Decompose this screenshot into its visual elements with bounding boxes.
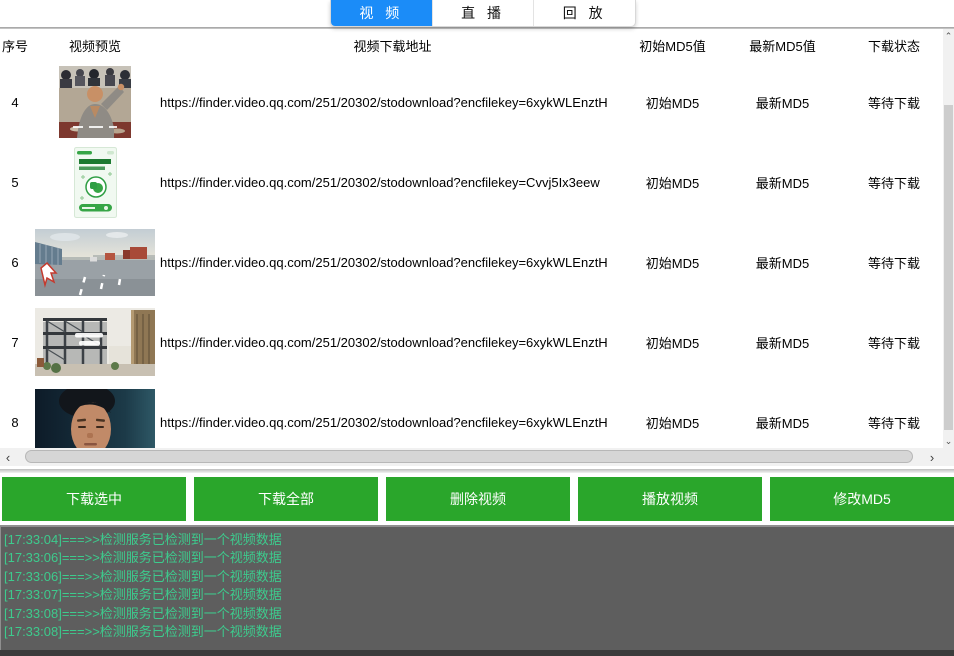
row-url: https://finder.video.qq.com/251/20302/st…: [160, 382, 625, 448]
table-row[interactable]: 6: [0, 222, 943, 302]
log-line: [17:33:08]===>>检测服务已检测到一个视频数据: [4, 605, 951, 623]
row-index: 6: [0, 222, 30, 302]
modify-md5-button[interactable]: 修改MD5: [770, 477, 954, 521]
log-line: [17:33:08]===>>检测服务已检测到一个视频数据: [4, 623, 951, 641]
row-md5-initial: 初始MD5: [625, 382, 720, 448]
table-row[interactable]: 4: [0, 62, 943, 142]
log-line: [17:33:06]===>>检测服务已检测到一个视频数据: [4, 549, 951, 567]
row-index: 5: [0, 142, 30, 222]
scroll-down-icon[interactable]: ⌄: [943, 434, 954, 448]
toolbar-separator: [0, 469, 954, 473]
download-selected-button[interactable]: 下载选中: [2, 477, 186, 521]
row-md5-initial: 初始MD5: [625, 302, 720, 382]
download-all-button[interactable]: 下载全部: [194, 477, 378, 521]
thumbnail-art: [35, 229, 155, 296]
thumbnail-art: [35, 389, 155, 448]
row-md5-latest: 最新MD5: [720, 222, 845, 302]
log-line: [17:33:04]===>>检测服务已检测到一个视频数据: [4, 531, 951, 549]
tab-bar: 视 频 直 播 回 放: [330, 0, 636, 27]
row-md5-latest: 最新MD5: [720, 302, 845, 382]
video-thumbnail-poster[interactable]: [30, 142, 160, 222]
row-url: https://finder.video.qq.com/251/20302/st…: [160, 302, 625, 382]
tab-video[interactable]: 视 频: [331, 0, 433, 26]
header-md5-initial: 初始MD5值: [625, 29, 720, 62]
action-toolbar: 下载选中 下载全部 删除视频 播放视频 修改MD5: [0, 477, 954, 521]
row-index: 7: [0, 302, 30, 382]
header-status: 下载状态: [845, 29, 943, 62]
app-window: 视 频 直 播 回 放 序号 视频预览 视频下载地址 初始MD5值 最新MD5值…: [0, 0, 954, 656]
video-thumbnail-highway[interactable]: [30, 222, 160, 302]
row-status: 等待下载: [845, 302, 943, 382]
table-row[interactable]: 5 https://finder.video.qq.: [0, 142, 943, 222]
row-url: https://finder.video.qq.com/251/20302/st…: [160, 222, 625, 302]
video-table: 序号 视频预览 视频下载地址 初始MD5值 最新MD5值 下载状态 4: [0, 29, 954, 448]
thumbnail-art: [59, 66, 131, 138]
header-md5-latest: 最新MD5值: [720, 29, 845, 62]
thumbnail-art: [35, 308, 155, 376]
log-line: [17:33:06]===>>检测服务已检测到一个视频数据: [4, 568, 951, 586]
header-url: 视频下载地址: [160, 29, 625, 62]
row-url: https://finder.video.qq.com/251/20302/st…: [160, 142, 625, 222]
window-bottom-edge: [0, 650, 954, 656]
row-status: 等待下载: [845, 142, 943, 222]
row-index: 4: [0, 62, 30, 142]
row-md5-initial: 初始MD5: [625, 142, 720, 222]
row-index: 8: [0, 382, 30, 448]
thumbnail-art: [74, 147, 117, 218]
video-thumbnail-construction[interactable]: [30, 302, 160, 382]
header-index: 序号: [0, 29, 30, 62]
row-status: 等待下载: [845, 222, 943, 302]
delete-video-button[interactable]: 删除视频: [386, 477, 570, 521]
log-line: [17:33:07]===>>检测服务已检测到一个视频数据: [4, 586, 951, 604]
row-status: 等待下载: [845, 62, 943, 142]
row-md5-latest: 最新MD5: [720, 382, 845, 448]
play-video-button[interactable]: 播放视频: [578, 477, 762, 521]
table-row[interactable]: 7: [0, 302, 943, 382]
row-url: https://finder.video.qq.com/251/20302/st…: [160, 62, 625, 142]
horizontal-scrollbar[interactable]: ‹ ›: [0, 448, 954, 466]
row-md5-latest: 最新MD5: [720, 142, 845, 222]
vertical-scrollbar-thumb[interactable]: [944, 105, 953, 430]
scroll-up-icon[interactable]: ⌃: [943, 29, 954, 43]
row-md5-initial: 初始MD5: [625, 222, 720, 302]
video-thumbnail-face[interactable]: [30, 382, 160, 448]
table-row[interactable]: 8: [0, 382, 943, 448]
scroll-left-icon[interactable]: ‹: [0, 448, 16, 466]
vertical-scrollbar[interactable]: ⌃ ⌄: [943, 29, 954, 448]
video-thumbnail-crowd[interactable]: [30, 62, 160, 142]
header-preview: 视频预览: [30, 29, 160, 62]
table-header-row: 序号 视频预览 视频下载地址 初始MD5值 最新MD5值 下载状态: [0, 29, 943, 62]
row-status: 等待下载: [845, 382, 943, 448]
row-md5-initial: 初始MD5: [625, 62, 720, 142]
tab-replay[interactable]: 回 放: [534, 0, 635, 26]
horizontal-scrollbar-thumb[interactable]: [25, 450, 913, 463]
scroll-right-icon[interactable]: ›: [924, 448, 940, 466]
row-md5-latest: 最新MD5: [720, 62, 845, 142]
tab-live[interactable]: 直 播: [433, 0, 535, 26]
log-console: [17:33:04]===>>检测服务已检测到一个视频数据 [17:33:06]…: [0, 525, 954, 650]
